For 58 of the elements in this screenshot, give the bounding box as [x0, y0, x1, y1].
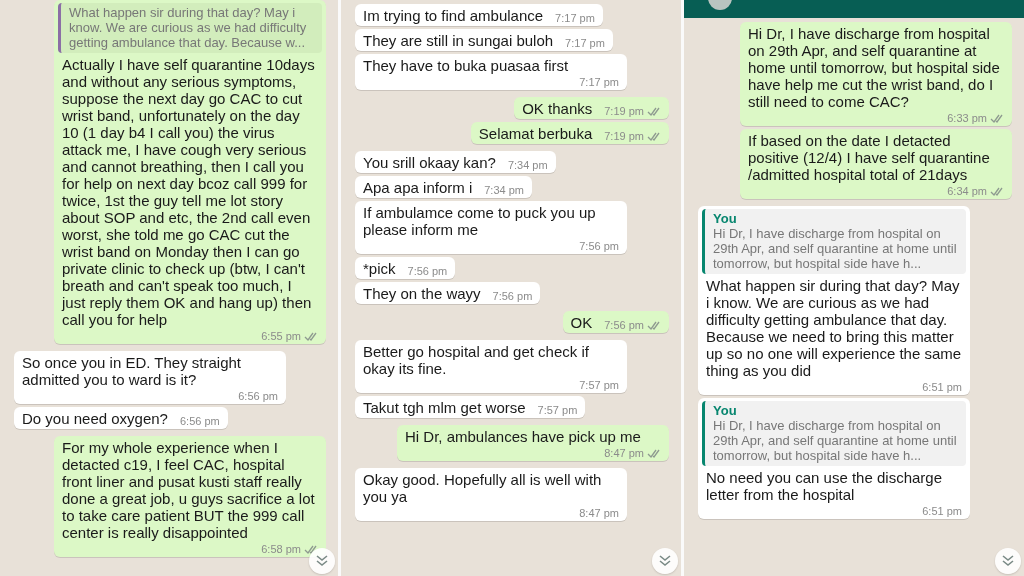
double-chevron-icon: [1001, 555, 1015, 567]
message-text: For my whole experience when I detacted c19, I feel CAC, hospital front liner and pusat kusti staff really done a great job, u guys sacrifice a lot to take care patient BUT the 999 call center is really disappointed: [62, 439, 316, 541]
message-text: They are still in sungai buloh: [363, 32, 554, 49]
scroll-down-button[interactable]: [309, 548, 335, 574]
message-time: 7:57 pm: [579, 378, 619, 392]
message-text: No need you can use the discharge letter from the hospital: [706, 469, 943, 503]
quote-text: Hi Dr, I have discharge from hospital on 29th Apr, and self quarantine at home until tomorrow, but hospital side have h...: [713, 226, 958, 271]
message-text: So once you in ED. They straight admitted you to ward is it?: [22, 354, 242, 388]
message-time: 8:47 pm: [604, 446, 644, 460]
message-time: 7:57 pm: [537, 403, 578, 417]
message-text: OK: [570, 314, 593, 331]
message-time: 7:17 pm: [555, 11, 595, 25]
message-text: Better go hospital and get check if okay its fine.: [363, 343, 590, 377]
message-time: 6:51 pm: [922, 504, 962, 518]
message-time: 6:51 pm: [922, 380, 962, 394]
message-text: Im trying to find ambulance: [363, 7, 544, 24]
message-time: 7:19 pm: [604, 104, 644, 118]
double-chevron-icon: [315, 555, 329, 567]
message-time: 6:33 pm: [947, 111, 987, 125]
quote-text: What happen sir during that day? May i know. We are curious as we had difficulty getting ambulance that day. Because w...: [69, 5, 308, 50]
message-text: Takut tgh mlm get worse: [363, 399, 526, 416]
message-time: 7:56 pm: [407, 264, 448, 278]
message-text: They have to buka puasaa first: [363, 57, 569, 74]
message-text: Hi Dr, I have discharge from hospital on 29th Apr, and self quarantine at home until tomorrow, but hospital side have help me cut the wrist band, do I still need to come CAC?: [748, 25, 1001, 110]
message-text: If ambulamce come to puck you up please inform me: [363, 204, 597, 238]
message-text: Hi Dr, ambulances have pick up me: [405, 428, 641, 445]
scroll-down-button[interactable]: [652, 548, 678, 574]
double-chevron-icon: [658, 555, 672, 567]
message-time: 8:47 pm: [579, 506, 619, 520]
message-time: 7:17 pm: [565, 36, 605, 50]
message-time: 7:56 pm: [579, 239, 619, 253]
message-time: 7:34 pm: [484, 183, 524, 197]
message-time: 7:56 pm: [604, 318, 644, 332]
message-time: 6:34 pm: [947, 184, 987, 198]
message-time: 6:56 pm: [179, 414, 220, 428]
message-time: 7:34 pm: [507, 158, 548, 172]
message-text: Okay good. Hopefully all is well with you ya: [363, 471, 603, 505]
message-time: 6:58 pm: [261, 542, 301, 556]
message-time: 7:56 pm: [492, 289, 533, 303]
message-text: Apa apa inform i: [363, 179, 473, 196]
message-time: 6:55 pm: [261, 329, 301, 343]
message-text: They on the wayy: [363, 285, 481, 302]
message-text: What happen sir during that day? May i know. We are curious as we had difficulty getting ambulance that day. Because we need to bring this matter up so no one will experience the same thing as you did: [706, 277, 962, 379]
avatar-icon: [708, 0, 732, 10]
message-text: Do you need oxygen?: [22, 410, 168, 427]
quote-author: You: [713, 211, 738, 226]
scroll-down-button[interactable]: [995, 548, 1021, 574]
quote-author: You: [713, 403, 738, 418]
message-text: *pick: [363, 260, 396, 277]
message-text: Actually I have self quarantine 10days and without any serious symptoms, suppose the next day go CAC to cut wrist band, unfortunately on the day 10 (1 day b4 I call you) the virus attack me, I have cough very serious and cannot breathing, then I call you for help on next day bcoz call 999 for twice, 1st the guy tell me lot story about SOP and etc, the 2nd call even worst, she told me go CAC cut the wrist band on Monday then I can go private clinic to check up (btw, I can't breath and can't speak too much, I just reply them OK and hang up) then call you for help: [62, 56, 316, 328]
message-time: 6:56 pm: [238, 389, 278, 403]
quote-text: Hi Dr, I have discharge from hospital on 29th Apr, and self quarantine at home until tomorrow, but hospital side have h...: [713, 418, 958, 463]
message-text: OK thanks: [522, 100, 593, 117]
message-text: If based on the date I detacted positive (12/4) I have self quarantine /admitted hospital total of 21days: [748, 132, 991, 183]
message-text: Selamat berbuka: [478, 125, 593, 142]
message-time: 7:17 pm: [579, 75, 619, 89]
message-time: 7:19 pm: [604, 129, 644, 143]
message-text: You srill okaay kan?: [363, 154, 496, 171]
